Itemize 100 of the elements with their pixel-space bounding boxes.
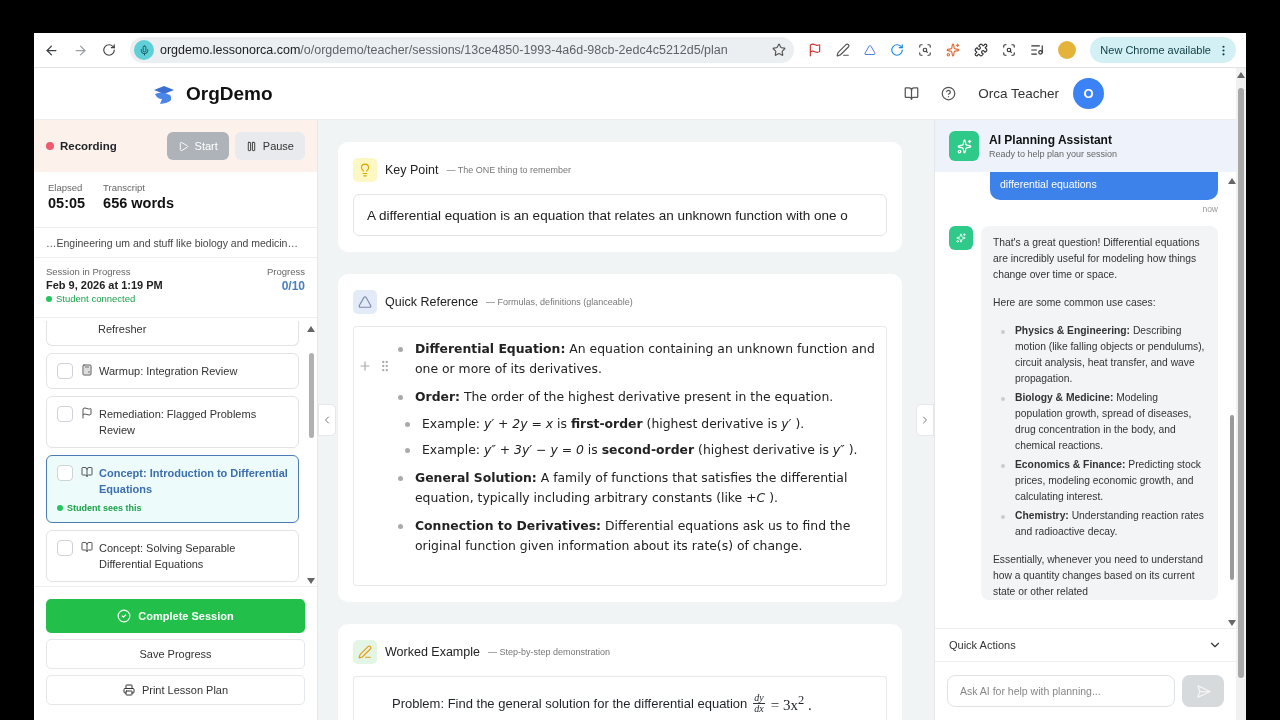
update-button[interactable]: New Chrome available <box>1090 37 1236 63</box>
user-avatar[interactable]: O <box>1073 78 1104 109</box>
message-paragraph: Essentially, whenever you need to understand how a quantity changes based on its current state or other related <box>993 553 1204 599</box>
reference-text: General Solution: A family of functions that satisfies the differential equation, typically including arbitrary constants (like +C ). <box>415 469 849 507</box>
reload-button[interactable] <box>102 43 116 57</box>
bullet-icon <box>1001 515 1005 519</box>
message-list-item: Physics & Engineering: Describing motion (like falling objects or pendulums), circuit analysis, heat transfer, and wave propagation. <box>1015 324 1206 386</box>
scrollbar-thumb[interactable] <box>1230 415 1234 580</box>
bookmark-star-icon[interactable] <box>772 43 786 57</box>
bullet-icon <box>398 476 403 481</box>
reference-text: Differential Equation: An equation containing an unknown function and one or more of its derivatives. <box>415 340 876 378</box>
chat-input[interactable]: Ask AI for help with planning... <box>947 675 1175 707</box>
send-icon <box>1195 683 1211 699</box>
section-subtitle: — Step-by-step demonstration <box>487 647 610 657</box>
pause-icon <box>245 140 257 152</box>
lesson-item-title: Refresher <box>98 322 147 337</box>
lesson-item-card[interactable]: Remediation: Flagged Problems Review <box>46 396 299 448</box>
bullet-icon <box>1001 464 1005 468</box>
progress-value: 0/10 <box>281 279 305 293</box>
reference-text: Order: The order of the highest derivative present in the equation. <box>415 388 835 406</box>
extension-icon[interactable] <box>918 43 932 57</box>
lesson-item-title: Concept: Introduction to Differential Equations <box>99 466 288 497</box>
message-list-item: Economics & Finance: Predicting stock prices, modeling economic growth, and calculating interest. <box>1015 458 1202 504</box>
lesson-item-title: Remediation: Flagged Problems Review <box>99 407 258 438</box>
bullet-icon <box>1001 330 1005 334</box>
lesson-item-card[interactable]: Concept: Introduction to Differential Equations Student sees this <box>46 455 299 523</box>
bullet-icon <box>405 422 410 427</box>
scrollbar-thumb[interactable] <box>308 352 314 438</box>
reference-text: Connection to Derivatives: Differential equations ask us to find the original function given information about its rate(s) of change. <box>415 517 852 555</box>
flag-icon <box>81 407 93 419</box>
checkbox[interactable] <box>57 406 73 422</box>
progress-label: Progress <box>267 266 305 277</box>
reference-text: Example: y′ + 2y = x is first-order (highest derivative is y′ ). <box>422 415 805 433</box>
lesson-item-title: Warmup: Integration Review <box>99 364 238 379</box>
equation-text: = 3x$^{2}$ . <box>770 693 812 714</box>
stat-label: Elapsed <box>48 182 84 193</box>
message-list-item: Chemistry: Understanding reaction rates and radioactive decay. <box>1015 509 1205 539</box>
bulb-icon <box>353 158 377 182</box>
extension-icon[interactable] <box>836 43 850 57</box>
brand-name: OrgDemo <box>186 82 273 105</box>
lesson-item-card[interactable]: Refresher <box>46 321 299 346</box>
session-status: Session in Progress <box>46 266 131 277</box>
section-title: Quick Reference <box>385 295 479 309</box>
user-message: differential equations <box>990 172 1218 200</box>
bullet-icon <box>398 395 403 400</box>
scroll-up-icon[interactable] <box>1237 72 1245 78</box>
microphone-icon[interactable] <box>134 40 154 60</box>
pause-button[interactable]: Pause <box>234 132 305 160</box>
section-title: Worked Example <box>385 645 480 659</box>
search-icon[interactable] <box>1002 43 1016 57</box>
quick-actions-toggle[interactable]: Quick Actions <box>935 628 1236 662</box>
printer-icon <box>122 684 135 696</box>
bullet-icon <box>398 347 403 352</box>
bullet-icon <box>1001 397 1005 401</box>
play-icon <box>177 140 189 152</box>
section-subtitle: — The ONE thing to remember <box>446 165 571 175</box>
back-button[interactable] <box>44 42 59 58</box>
checkbox[interactable] <box>57 540 73 556</box>
key-point-field[interactable]: A differential equation is an equation that relates an unknown function with one o <box>353 194 887 236</box>
section-title: Key Point <box>385 163 439 177</box>
reference-text: Example: y″ + 3y′ − y = 0 is second-order (highest derivative is y″ ). <box>422 441 858 459</box>
student-sees-label: Student sees this <box>57 503 288 513</box>
book-icon <box>81 541 93 553</box>
save-button[interactable]: Save Progress <box>46 639 305 669</box>
check-circle-icon <box>117 609 132 623</box>
stat-label: Transcript <box>103 182 146 193</box>
message-paragraph: That's a great question! Differential equations are incredibly useful for modeling how things change over time or space. <box>993 236 1201 282</box>
lesson-item-card[interactable]: Warmup: Integration Review <box>46 353 299 389</box>
problem-text: Problem: Find the general solution for the differential equation <box>392 696 748 711</box>
message-time: now <box>1202 204 1218 214</box>
calculator-icon <box>81 364 93 376</box>
message-paragraph: Here are some common use cases: <box>993 296 1157 310</box>
book-icon <box>81 466 93 478</box>
print-button[interactable]: Print Lesson Plan <box>46 675 305 705</box>
checkbox[interactable] <box>57 363 73 379</box>
assistant-title: AI Planning Assistant <box>989 133 1112 147</box>
lesson-item-title: Concept: Solving Separable Differential Equations <box>99 541 237 572</box>
checkbox[interactable] <box>57 465 73 481</box>
user-name: Orca Teacher <box>978 86 1059 101</box>
book-icon[interactable] <box>904 86 920 101</box>
transcript-snippet: …Engineering um and stuff like biology and medicin… <box>34 228 317 258</box>
sparkles-icon <box>949 226 973 250</box>
lesson-item-card[interactable]: Concept: Solving Separable Differential Equations <box>46 530 299 582</box>
forward-button[interactable] <box>73 42 88 58</box>
message-list-item: Biology & Medicine: Modeling population growth, spread of diseases, drug concentration in the body, and chemical reactions. <box>1015 391 1193 453</box>
address-bar[interactable]: orgdemo.lessonorca.com/o/orgdemo/teacher/sessions/13ce4850-1993-4a6d-98cb-2edc4c5212d5/plan <box>130 37 794 63</box>
section-subtitle: — Formulas, definitions (glanceable) <box>486 297 633 307</box>
bullet-icon <box>398 524 403 529</box>
help-icon[interactable] <box>941 86 957 101</box>
bullet-icon <box>405 448 410 453</box>
fraction: dy dx <box>753 693 765 714</box>
connection-status: Student connected <box>46 293 136 304</box>
media-icon[interactable] <box>1030 43 1044 57</box>
reference-editor[interactable] <box>353 326 887 586</box>
extension-icon[interactable] <box>808 43 822 57</box>
stat-value: 05:05 <box>48 195 86 211</box>
assistant-subtitle: Ready to help plan your session <box>989 149 1118 159</box>
puzzle-icon[interactable] <box>974 43 988 57</box>
scrollbar-thumb[interactable] <box>1238 88 1244 678</box>
session-date: Feb 9, 2026 at 1:19 PM <box>46 279 163 291</box>
